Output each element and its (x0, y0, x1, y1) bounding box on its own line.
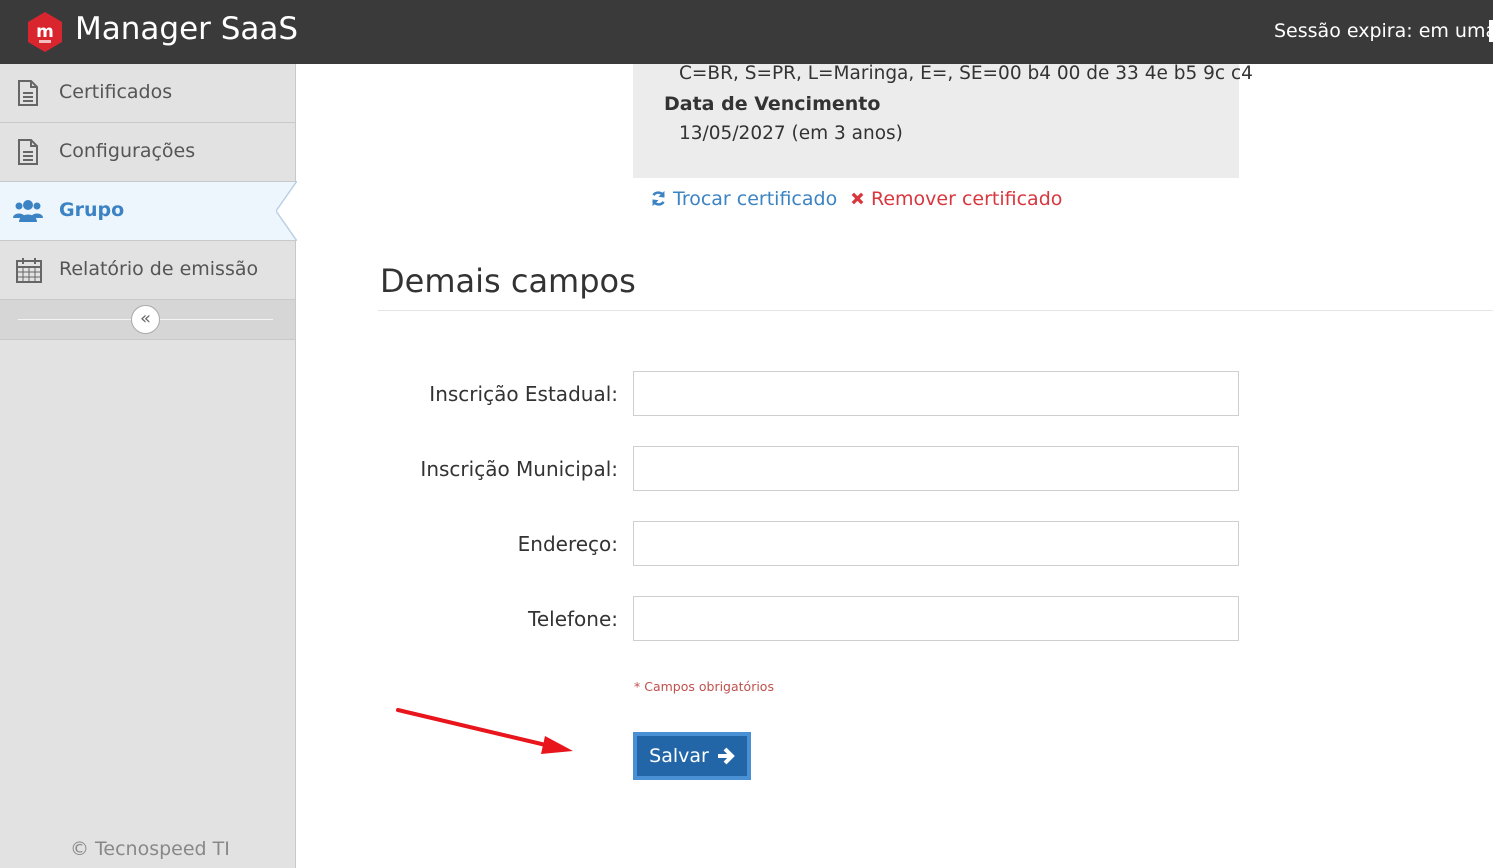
users-icon (13, 200, 43, 222)
document-icon (18, 139, 38, 165)
sidebar-item-relatorio-de-emissao[interactable]: Relatório de emissão (0, 241, 295, 300)
document-icon (18, 80, 38, 106)
calendar-icon (16, 258, 42, 283)
refresh-icon (652, 190, 665, 207)
svg-text:m: m (36, 22, 54, 42)
sidebar: Certificados Configurações Grupo Relatór… (0, 64, 297, 868)
section-title: Demais campos (380, 262, 636, 300)
save-button-label: Salvar (649, 745, 709, 767)
sidebar-item-grupo[interactable]: Grupo (0, 181, 297, 241)
divider (378, 310, 1493, 311)
sidebar-item-configuracoes[interactable]: Configurações (0, 123, 295, 182)
close-icon (851, 192, 864, 205)
inscricao-estadual-input[interactable] (633, 371, 1239, 416)
certificate-info-box: C=BR, S=PR, L=Maringa, E=, SE=00 b4 00 d… (633, 63, 1253, 178)
sidebar-item-label: Grupo (59, 199, 125, 221)
app-title: Manager SaaS (75, 11, 299, 47)
active-item-pointer (276, 181, 297, 241)
double-chevron-left-icon: « (139, 308, 151, 329)
telefone-label: Telefone: (528, 607, 618, 631)
collapse-sidebar-button[interactable]: « (131, 305, 160, 334)
annotation-arrow-icon (396, 708, 573, 754)
sidebar-item-label: Relatório de emissão (59, 258, 259, 280)
certificate-subject: C=BR, S=PR, L=Maringa, E=, SE=00 b4 00 d… (679, 63, 1253, 84)
sidebar-item-label: Certificados (59, 81, 173, 103)
copyright-text: © Tecnospeed TI (70, 838, 230, 860)
remove-certificate-link[interactable]: Remover certificado (850, 187, 1062, 211)
sidebar-collapse-row: « (0, 300, 295, 340)
session-expiry-text: Sessão expira: em uma h (1274, 20, 1493, 42)
expiry-value: 13/05/2027 (em 3 anos) (679, 123, 903, 144)
endereco-input[interactable] (633, 521, 1239, 566)
required-fields-note: * Campos obrigatórios (634, 679, 774, 694)
inscricao-municipal-label: Inscrição Municipal: (420, 457, 618, 481)
swap-certificate-label: Trocar certificado (673, 188, 838, 210)
top-bar: m Manager SaaS Sessão expira: em uma h (0, 0, 1493, 64)
swap-certificate-link[interactable]: Trocar certificado (650, 187, 837, 211)
telefone-input[interactable] (633, 596, 1239, 641)
expiry-label: Data de Vencimento (664, 93, 881, 115)
endereco-label: Endereço: (517, 532, 618, 556)
save-button-focus-ring: Salvar (633, 732, 751, 780)
inscricao-municipal-input[interactable] (633, 446, 1239, 491)
sidebar-item-label: Configurações (59, 140, 196, 162)
inscricao-estadual-label: Inscrição Estadual: (429, 382, 618, 406)
remove-certificate-label: Remover certificado (871, 188, 1063, 210)
arrow-right-icon (717, 747, 735, 765)
session-text-overflow (1489, 20, 1493, 42)
sidebar-item-certificados[interactable]: Certificados (0, 64, 295, 123)
save-button[interactable]: Salvar (637, 736, 747, 776)
logo-icon: m (28, 12, 62, 52)
